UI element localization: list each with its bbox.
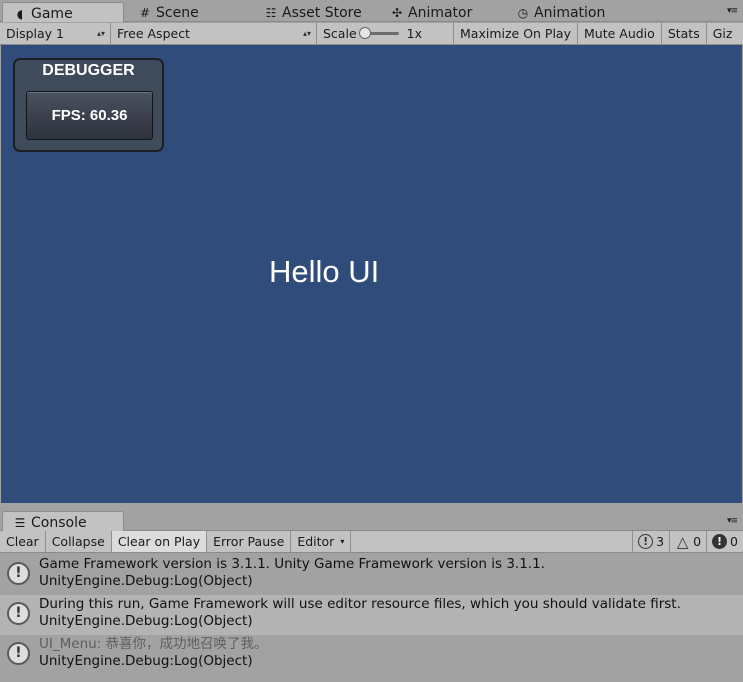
console-icon: ☰: [14, 515, 26, 530]
info-icon: !: [7, 602, 30, 625]
pacman-icon: ◖: [16, 6, 24, 21]
info-count: 3: [656, 534, 665, 549]
animator-icon: ✣: [391, 6, 403, 20]
tab-menu-icon[interactable]: ▾≡: [727, 6, 738, 16]
info-icon: !: [7, 562, 30, 585]
log-entry[interactable]: ! During this run, Game Framework will u…: [0, 595, 743, 635]
error-count-toggle[interactable]: ! 0: [706, 531, 743, 552]
log-message: Game Framework version is 3.1.1. Unity G…: [39, 556, 545, 572]
tab-console[interactable]: ☰ Console: [2, 511, 124, 531]
console-log-list: ! Game Framework version is 3.1.1. Unity…: [0, 555, 743, 675]
stats-button[interactable]: Stats: [662, 23, 707, 44]
chevron-down-icon: ▾: [340, 537, 345, 546]
aspect-dropdown[interactable]: Free Aspect ▴▾: [111, 23, 317, 44]
tab-asset-store-label: Asset Store: [282, 5, 362, 21]
editor-dropdown-label: Editor: [297, 534, 335, 549]
log-entry[interactable]: ! UI_Menu: 恭喜你，成功地召唤了我。 UnityEngine.Debu…: [0, 635, 743, 675]
collapse-button[interactable]: Collapse: [46, 531, 112, 552]
maximize-on-play-button[interactable]: Maximize On Play: [454, 23, 578, 44]
log-stack-trace: UnityEngine.Debug:Log(Object): [39, 613, 253, 629]
tab-animation-label: Animation: [534, 5, 606, 21]
log-stack-trace: UnityEngine.Debug:Log(Object): [39, 573, 253, 589]
scale-slider[interactable]: [358, 27, 399, 39]
log-entry[interactable]: ! Game Framework version is 3.1.1. Unity…: [0, 555, 743, 595]
log-message: UI_Menu: 恭喜你，成功地召唤了我。: [39, 636, 268, 652]
display-dropdown[interactable]: Display 1 ▴▾: [0, 23, 111, 44]
console-toolbar: Clear Collapse Clear on Play Error Pause…: [0, 531, 743, 553]
warning-count: 0: [693, 534, 702, 549]
tab-asset-store[interactable]: ☷ Asset Store: [264, 2, 362, 22]
warning-count-toggle[interactable]: △ 0: [669, 531, 706, 552]
clear-on-play-button[interactable]: Clear on Play: [111, 531, 208, 552]
game-tab-strip: ◖ Game # Scene ☷ Asset Store ✣ Animator …: [0, 0, 743, 22]
scale-slider-knob[interactable]: [358, 27, 371, 39]
error-icon: !: [712, 534, 728, 549]
game-view[interactable]: DEBUGGER FPS: 60.36 Hello UI: [1, 45, 742, 503]
log-message: During this run, Game Framework will use…: [39, 596, 681, 612]
info-icon: !: [638, 534, 654, 549]
mute-audio-button[interactable]: Mute Audio: [578, 23, 662, 44]
tab-game-label: Game: [31, 5, 73, 22]
clear-button[interactable]: Clear: [0, 531, 46, 552]
info-icon: !: [7, 642, 30, 665]
warning-icon: △: [676, 532, 689, 551]
gizmos-button[interactable]: Giz: [707, 23, 739, 44]
console-tab-menu-icon[interactable]: ▾≡: [727, 516, 738, 526]
grid-icon: #: [139, 6, 151, 20]
debugger-window[interactable]: DEBUGGER FPS: 60.36: [13, 58, 164, 152]
tab-scene[interactable]: # Scene: [138, 2, 199, 22]
tab-animation[interactable]: ◷ Animation: [516, 2, 606, 22]
info-count-toggle[interactable]: ! 3: [633, 531, 669, 552]
display-dropdown-label: Display 1: [6, 26, 65, 41]
error-count: 0: [730, 534, 738, 549]
clock-icon: ◷: [517, 6, 529, 20]
fps-button[interactable]: FPS: 60.36: [26, 91, 153, 140]
log-stack-trace: UnityEngine.Debug:Log(Object): [39, 653, 253, 669]
scale-value: 1x: [406, 26, 422, 41]
error-pause-button[interactable]: Error Pause: [207, 531, 292, 552]
scale-label: Scale: [323, 26, 357, 41]
tab-console-label: Console: [31, 514, 87, 531]
bag-icon: ☷: [265, 6, 277, 20]
aspect-dropdown-label: Free Aspect: [117, 26, 190, 41]
editor-dropdown[interactable]: Editor ▾: [291, 531, 352, 552]
dropdown-arrows-icon: ▴▾: [302, 29, 311, 38]
game-toolbar: Display 1 ▴▾ Free Aspect ▴▾ Scale 1x Max…: [0, 23, 743, 45]
scale-control: Scale 1x: [317, 23, 454, 44]
hello-ui-text: Hello UI: [269, 254, 380, 289]
dropdown-arrows-icon: ▴▾: [96, 29, 105, 38]
tab-game[interactable]: ◖ Game: [2, 2, 124, 22]
tab-animator[interactable]: ✣ Animator: [390, 2, 472, 22]
debugger-title: DEBUGGER: [42, 62, 135, 79]
tab-animator-label: Animator: [408, 5, 473, 21]
tab-scene-label: Scene: [156, 5, 199, 21]
console-tab-strip: ☰ Console ▾≡: [0, 508, 743, 531]
